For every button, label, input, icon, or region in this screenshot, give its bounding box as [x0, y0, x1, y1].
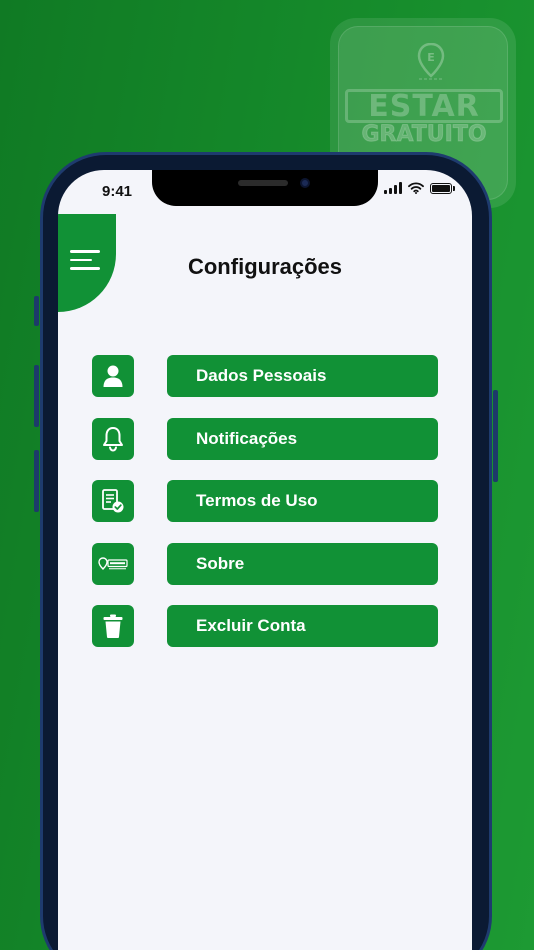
- sobre-button[interactable]: Sobre: [167, 542, 438, 585]
- status-bar-time: 9:41: [102, 183, 133, 200]
- termos-de-uso-button[interactable]: Termos de Uso: [167, 480, 438, 522]
- user-icon: [103, 365, 123, 387]
- dados-pessoais-button[interactable]: Dados Pessoais: [167, 355, 438, 397]
- excluir-conta-button[interactable]: Excluir Conta: [167, 605, 438, 647]
- termos-de-uso-icon-button[interactable]: [92, 480, 134, 522]
- menu-item-dados-pessoais: Dados Pessoais: [92, 355, 438, 397]
- phone-speaker: [238, 180, 288, 186]
- excluir-conta-icon-button[interactable]: [92, 605, 134, 647]
- phone-screen: 9:41 Configurações Dados Pessoais Notifi…: [58, 170, 472, 950]
- phone-side-button: [34, 450, 39, 512]
- phone-side-button: [34, 365, 39, 427]
- page-title: Configurações: [187, 254, 343, 279]
- document-check-icon: [102, 489, 124, 513]
- notificacoes-icon-button[interactable]: [92, 417, 134, 460]
- background-logo-text-estar: ESTAR: [345, 89, 503, 123]
- settings-menu: Dados Pessoais Notificações Termos de Us…: [92, 355, 438, 668]
- notificacoes-button[interactable]: Notificações: [167, 417, 438, 460]
- status-bar-icons: [384, 182, 455, 194]
- menu-item-termos-de-uso: Termos de Uso: [92, 480, 438, 522]
- location-pin-icon: E: [417, 43, 445, 80]
- phone-side-button: [493, 390, 498, 482]
- location-pin-letter: E: [427, 51, 435, 64]
- phone-notch: [152, 170, 378, 206]
- menu-item-excluir-conta: Excluir Conta: [92, 605, 438, 647]
- estar-logo-icon: [98, 556, 128, 570]
- background-logo-text-gratuito: GRATUITO: [361, 122, 487, 147]
- sobre-icon-button[interactable]: [92, 542, 134, 585]
- battery-icon: [430, 182, 455, 194]
- dados-pessoais-icon-button[interactable]: [92, 355, 134, 397]
- menu-item-sobre: Sobre: [92, 542, 438, 585]
- menu-item-notificacoes: Notificações: [92, 417, 438, 460]
- bell-icon: [103, 426, 123, 452]
- cellular-signal-icon: [384, 182, 402, 194]
- wifi-icon: [408, 182, 424, 194]
- trash-icon: [103, 614, 123, 638]
- phone-camera: [300, 178, 310, 188]
- phone-side-button: [34, 296, 39, 326]
